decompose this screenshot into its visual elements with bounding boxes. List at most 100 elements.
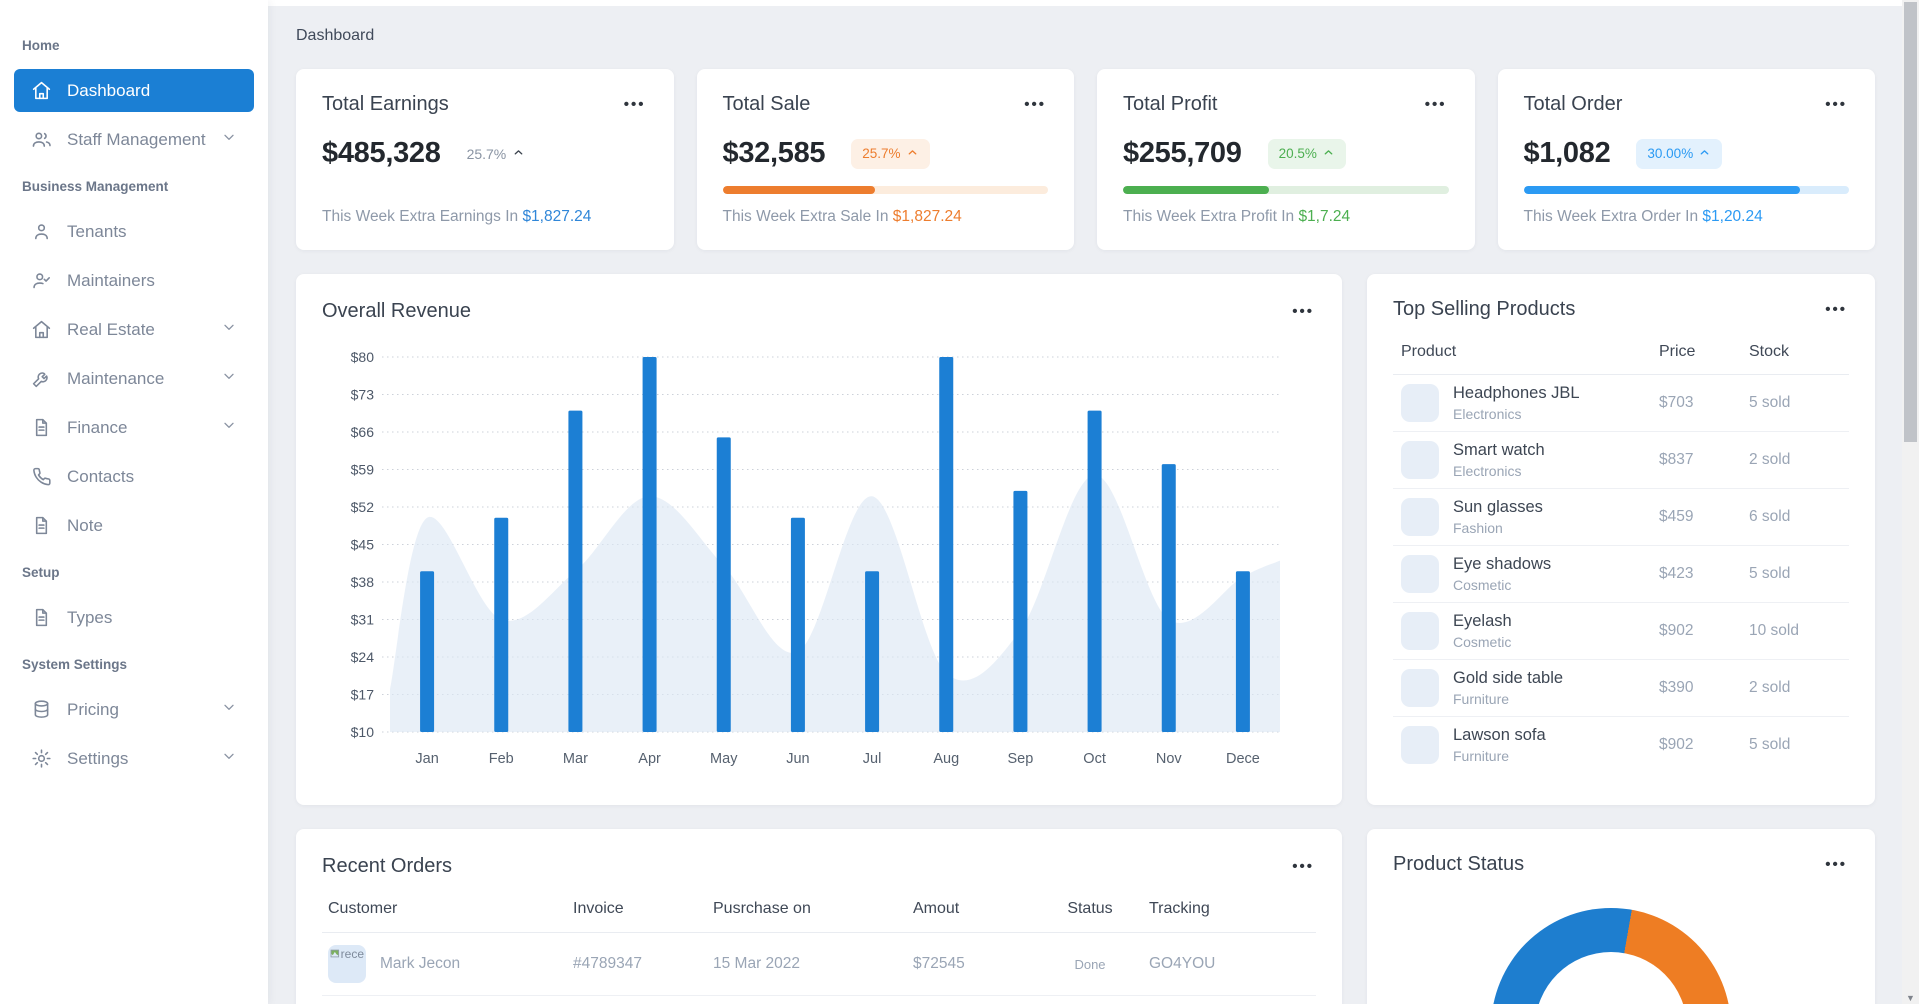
database-icon: [34, 700, 49, 718]
sidebar-item-maintainers[interactable]: Maintainers: [14, 259, 254, 302]
change-badge: 20.5%: [1267, 138, 1346, 169]
y-tick-label: $24: [351, 649, 375, 665]
progress-fill: [1123, 186, 1270, 194]
product-stock: 10 sold: [1749, 622, 1799, 639]
sidebar-item-label: Note: [67, 515, 103, 535]
order-amount: $72545: [913, 955, 965, 972]
product-stock: 6 sold: [1749, 508, 1791, 525]
y-tick-label: $59: [351, 462, 375, 478]
revenue-bar: [865, 571, 880, 732]
overall-revenue-card: Overall Revenue ••• $80 $73 $66 $59 $52 $45 $3…: [296, 274, 1342, 805]
top-products-menu-button[interactable]: •••: [1823, 298, 1849, 321]
chevron-down-icon: [221, 129, 237, 150]
stat-cards-row: Total Earnings ••• $485,328 25.7% This W…: [296, 69, 1875, 250]
chevron-down-icon: [224, 324, 234, 330]
y-tick-label: $10: [351, 724, 375, 740]
sidebar-item-note[interactable]: Note: [14, 504, 254, 547]
sidebar-item-label: Pricing: [67, 699, 119, 719]
stat-footer-amount: $1,7.24: [1298, 208, 1351, 225]
stat-card-menu-button[interactable]: •••: [1423, 93, 1449, 116]
x-tick-label: Dece: [1226, 751, 1260, 767]
caret-up-icon: [1324, 149, 1333, 155]
revenue-bar: [1161, 464, 1176, 732]
product-stock: 2 sold: [1749, 451, 1791, 468]
order-row: [322, 996, 1316, 1004]
product-name: Sun glasses: [1453, 498, 1543, 516]
sidebar-item-maintenance[interactable]: Maintenance: [14, 357, 254, 400]
stat-card-menu-button[interactable]: •••: [622, 93, 648, 116]
revenue-bar: [1013, 490, 1028, 732]
stat-value: $255,709: [1123, 137, 1242, 169]
sidebar-item-real-estate[interactable]: Real Estate: [14, 308, 254, 351]
gear-icon: [32, 749, 51, 768]
product-stock: 5 sold: [1749, 565, 1791, 582]
stat-card-title: Total Profit: [1123, 93, 1218, 115]
product-price: $902: [1659, 736, 1694, 753]
stat-card-title: Total Sale: [722, 93, 811, 115]
sidebar-item-staff-management[interactable]: Staff Management: [14, 118, 254, 161]
sidebar-item-pricing[interactable]: Pricing: [14, 688, 254, 731]
phone-icon: [33, 467, 51, 486]
product-category: Fashion: [1453, 520, 1503, 536]
sidebar-section-label: Home: [22, 38, 60, 53]
sidebar-item-tenants[interactable]: Tenants: [14, 210, 254, 253]
sidebar-item-types[interactable]: Types: [14, 596, 254, 639]
stat-value: $32,585: [722, 137, 826, 169]
revenue-bar: [790, 517, 805, 732]
sidebar-item-finance[interactable]: Finance: [14, 406, 254, 449]
sidebar-sections: Home Dashboard Staff Management Business Ma…: [0, 26, 268, 780]
sidebar-item-label: Settings: [67, 748, 129, 768]
revenue-bar: [1087, 410, 1102, 732]
stat-card-total-sale: Total Sale ••• $32,585 25.7% This Week E…: [696, 69, 1074, 250]
sidebar-item-label: Maintenance: [67, 368, 165, 388]
recent-orders-card: Recent Orders ••• Customer Invoice Pusrcha…: [296, 829, 1342, 1004]
caret-up-icon: [906, 146, 919, 162]
stat-card-menu-button[interactable]: •••: [1022, 93, 1048, 116]
scrollbar-down-arrow[interactable]: ▼: [1902, 993, 1919, 1003]
product-status-donut-chart: [1491, 908, 1731, 1004]
orders-column-header: Tracking: [1149, 900, 1210, 917]
sidebar-item-label: Contacts: [67, 466, 135, 486]
progress-bar: [722, 186, 1048, 194]
y-tick-label: $17: [351, 687, 375, 703]
revenue-bar: [939, 357, 954, 732]
products-table-body: Headphones JBL Electronics $703 5 sold S…: [1393, 375, 1849, 773]
product-thumbnail: [1401, 726, 1439, 764]
order-row: rece Mark Jecon #4789347 15 Mar 2022 $72…: [322, 933, 1316, 996]
x-tick-label: Oct: [1083, 751, 1106, 767]
product-name: Eyelash: [1453, 612, 1512, 630]
x-tick-label: Nov: [1156, 751, 1183, 767]
sidebar-item-contacts[interactable]: Contacts: [14, 455, 254, 498]
change-value: 25.7%: [467, 146, 526, 162]
stat-card-menu-button[interactable]: •••: [1823, 93, 1849, 116]
scrollbar-thumb[interactable]: [1904, 2, 1917, 442]
order-purchase-date: 15 Mar 2022: [713, 955, 801, 972]
page-scrollbar[interactable]: ▼: [1902, 0, 1919, 1004]
product-status-menu-button[interactable]: •••: [1823, 853, 1849, 876]
product-name: Headphones JBL: [1453, 384, 1580, 402]
wrench-icon: [32, 372, 48, 388]
sidebar-item-dashboard[interactable]: Dashboard: [14, 69, 254, 112]
chevron-down-icon: [224, 704, 234, 710]
sidebar-item-settings[interactable]: Settings: [14, 737, 254, 780]
product-category: Cosmetic: [1453, 577, 1512, 593]
sidebar: Home Dashboard Staff Management Business Ma…: [0, 0, 268, 1004]
y-tick-label: $66: [351, 424, 375, 440]
sidebar-item-label: Real Estate: [67, 319, 155, 339]
recent-orders-menu-button[interactable]: •••: [1290, 855, 1316, 878]
x-tick-label: Jul: [863, 751, 882, 767]
revenue-area-series: [390, 474, 1280, 732]
product-price: $902: [1659, 622, 1694, 639]
order-invoice: #4789347: [573, 955, 642, 972]
chevron-down-icon: [224, 134, 234, 140]
product-name: Eye shadows: [1453, 555, 1552, 573]
y-tick-label: $73: [351, 387, 375, 403]
sidebar-section-label: System Settings: [22, 657, 128, 672]
progress-bar: [1523, 186, 1849, 194]
stat-value: $485,328: [322, 137, 441, 169]
stat-footer-amount: $1,827.24: [892, 208, 962, 225]
product-stock: 5 sold: [1749, 394, 1791, 411]
stat-footer: This Week Extra Profit In $1,7.24: [1123, 208, 1351, 225]
product-name: Gold side table: [1453, 669, 1564, 687]
overall-revenue-menu-button[interactable]: •••: [1290, 300, 1316, 323]
